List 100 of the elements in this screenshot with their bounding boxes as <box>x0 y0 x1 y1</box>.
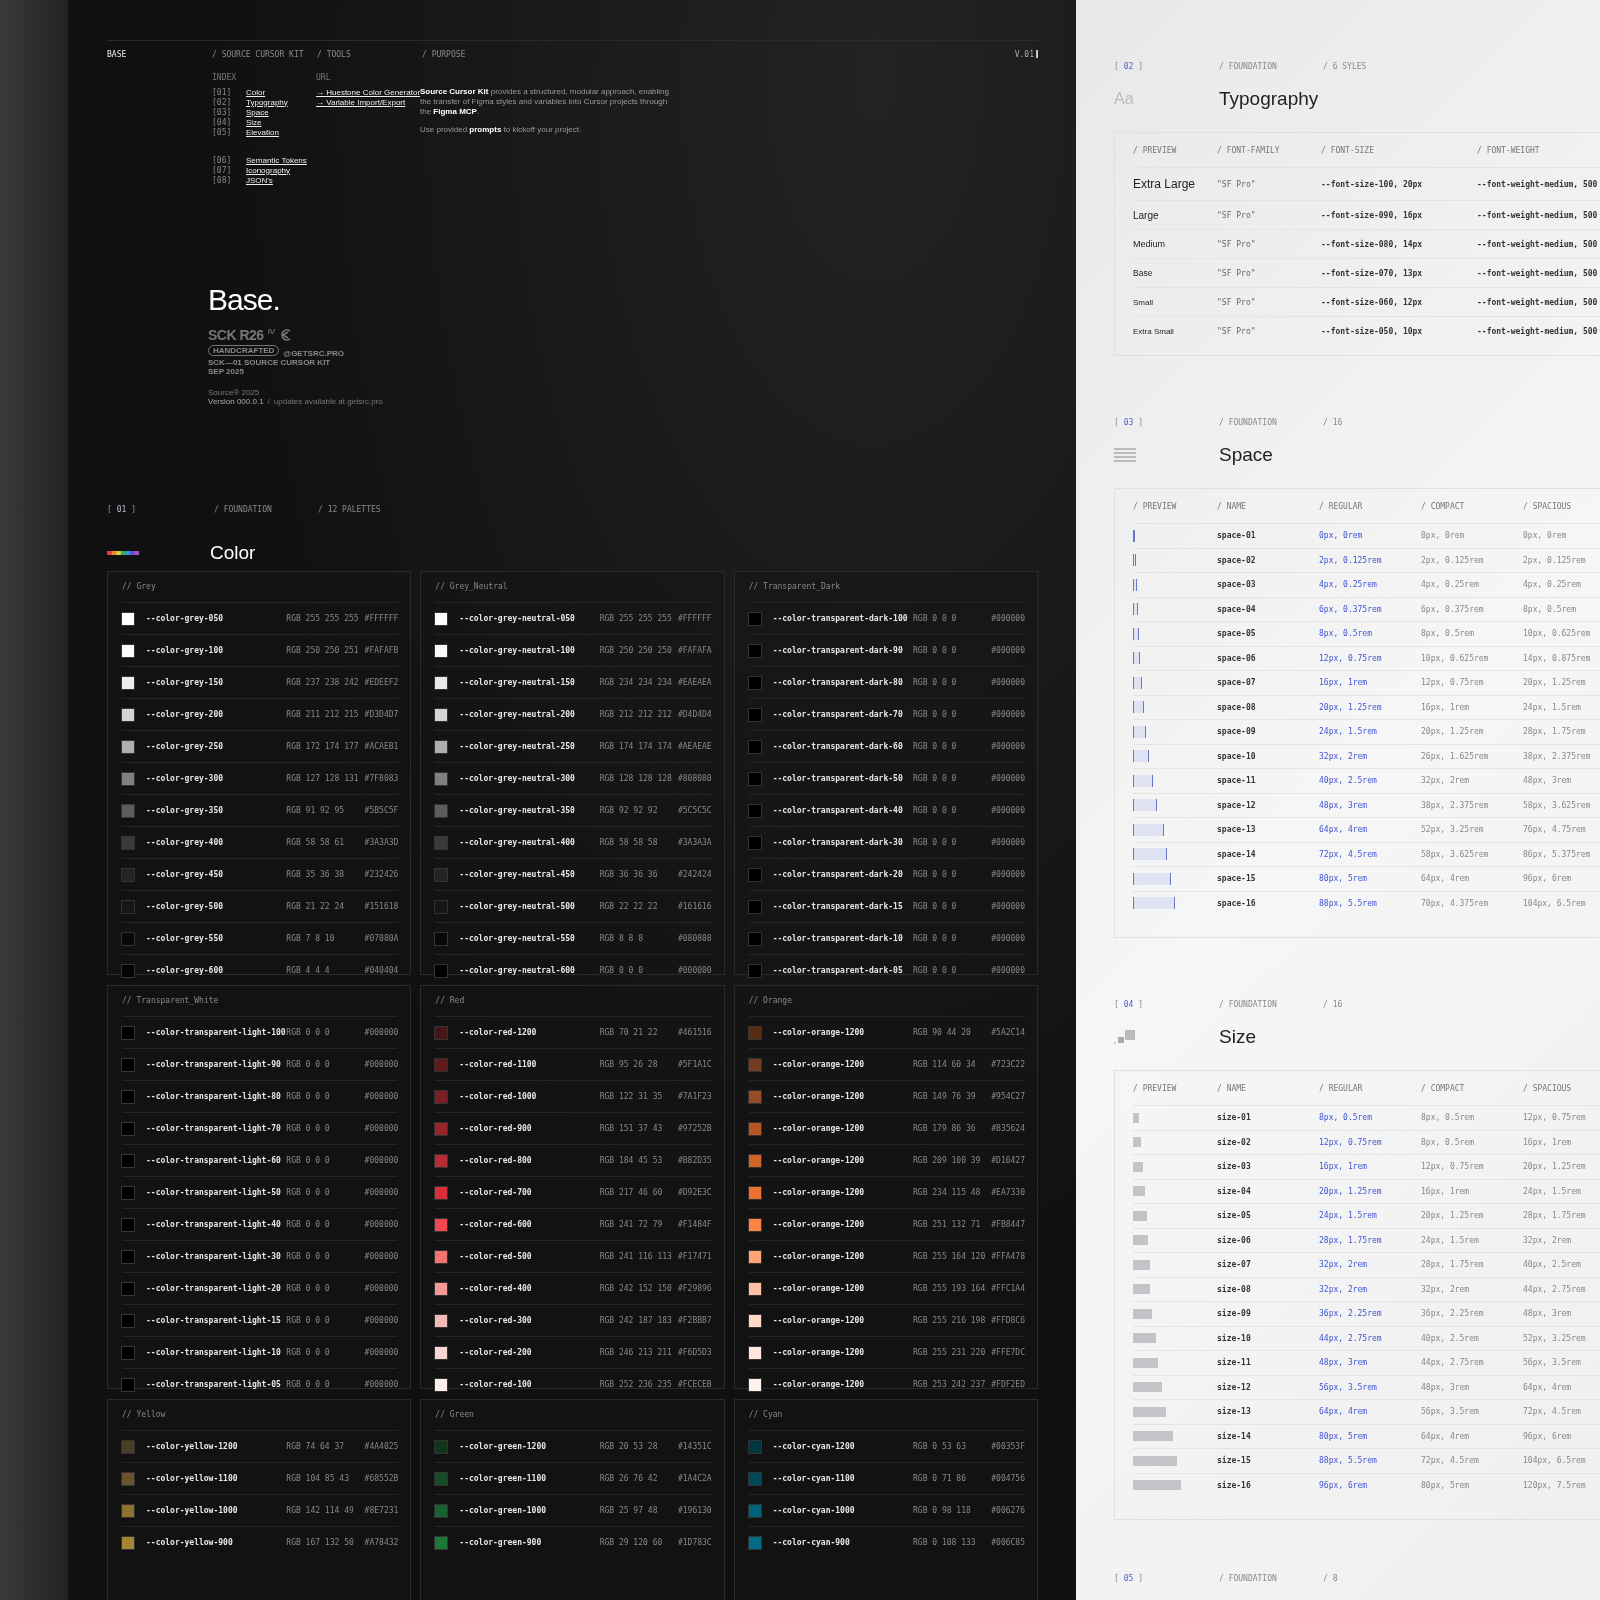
palette-name: // Orange <box>748 996 793 1007</box>
token-name: --color-grey-300 <box>146 774 225 783</box>
table-cell-text: 52px, 3.25rem <box>1421 825 1485 835</box>
rgb-value: RGB 114 60 34 <box>913 1060 977 1069</box>
rgb-value: RGB 174 174 174 <box>599 742 673 751</box>
index-link[interactable]: Size <box>246 117 262 127</box>
rgb-value: RGB 21 22 24 <box>286 902 346 911</box>
table-cell-text: size-13 <box>1217 1407 1252 1417</box>
hex-value: #3A3A3A <box>676 838 712 847</box>
hex-value: #FAFAFA <box>676 646 712 655</box>
token-name: --color-grey-neutral-450 <box>459 870 576 879</box>
rgb-value: RGB 0 0 0 <box>286 1380 331 1389</box>
rgb-value: RGB 242 152 150 <box>599 1284 673 1293</box>
token-name: --color-red-500 <box>459 1252 533 1261</box>
hex-value: #000000 <box>990 614 1025 623</box>
hex-value: #461516 <box>676 1028 712 1037</box>
hex-value: #5B5C5F <box>363 806 399 815</box>
table-cell-text: size-01 <box>1217 1113 1252 1123</box>
rgb-value: RGB 0 0 0 <box>913 614 958 623</box>
token-name: --color-grey-neutral-500 <box>459 902 576 911</box>
section-tag: / 12 PALETTES <box>318 504 422 514</box>
table-cell-text: space-05 <box>1217 629 1257 639</box>
token-name: --color-red-200 <box>459 1348 533 1357</box>
separator-text: / <box>267 397 270 406</box>
size-preview <box>1133 1259 1151 1270</box>
hex-value: #EDEEF2 <box>363 678 399 687</box>
rgb-value: RGB 0 0 0 <box>286 1220 331 1229</box>
index-link[interactable]: Iconography <box>246 165 291 175</box>
hex-value: #151618 <box>363 902 399 911</box>
spacing-preview <box>1133 872 1171 885</box>
index-link[interactable]: JSON's <box>246 175 273 185</box>
purpose-text: Use provided prompts to kickoff your project. <box>420 125 583 135</box>
hex-value: #000000 <box>990 870 1025 879</box>
section-number: [ 02 ] <box>1114 61 1144 71</box>
column-header: / PREVIEW <box>1133 501 1178 511</box>
table-cell-text: 64px, 4rem <box>1421 874 1471 884</box>
tool-link[interactable]: → Variable Import/Export <box>316 97 406 107</box>
hex-value: #F1484F <box>676 1220 712 1229</box>
size-preview <box>1133 1161 1143 1172</box>
table-cell-text: space-14 <box>1217 849 1257 859</box>
hex-value: #EA7330 <box>990 1188 1025 1197</box>
section-title: Size <box>1219 1026 1256 1048</box>
hex-value: #D4D4D4 <box>676 710 712 719</box>
header-label: / PURPOSE <box>422 49 467 59</box>
token-name: --color-orange-1200 <box>772 1028 866 1037</box>
token-name: --color-grey-neutral-200 <box>459 710 576 719</box>
table-cell-text: 20px, 1.25rem <box>1421 727 1485 737</box>
table-cell-text: 8px, 0.5rem <box>1319 1113 1373 1123</box>
table-cell-text: space-12 <box>1217 800 1257 810</box>
index-link[interactable]: Space <box>246 107 269 117</box>
lines-icon <box>1114 448 1136 462</box>
table-cell-text: size-06 <box>1217 1235 1252 1245</box>
index-link[interactable]: Typography <box>246 97 288 107</box>
hex-value: #954C27 <box>990 1092 1025 1101</box>
rgb-value: RGB 0 0 0 <box>913 806 958 815</box>
type-preview: Extra Small <box>1133 326 1175 336</box>
table-cell-text: space-09 <box>1217 727 1257 737</box>
table-cell-text: 96px, 6rem <box>1319 1480 1369 1490</box>
table-cell: --font-weight-medium, 500 <box>1477 326 1598 336</box>
token-name: --color-yellow-1200 <box>146 1442 239 1451</box>
token-name: --color-cyan-1200 <box>772 1442 856 1451</box>
token-name: --color-transparent-dark-10 <box>772 934 904 943</box>
hex-value: #FCECEB <box>676 1380 712 1389</box>
table-cell-text: 104px, 6.5rem <box>1523 1456 1587 1466</box>
section-title: Typography <box>1219 88 1319 110</box>
table-cell-text: "SF Pro" <box>1217 179 1257 189</box>
token-name: --color-grey-neutral-150 <box>459 678 576 687</box>
table-cell-text: 40px, 2.5rem <box>1421 1333 1480 1343</box>
rgb-value: RGB 0 53 63 <box>913 1442 967 1451</box>
index-number: [04] <box>212 117 233 127</box>
section-number: [ 01 ] <box>107 504 137 514</box>
tool-link[interactable]: → Huestone Color Generator <box>316 87 421 97</box>
table-cell-text: 16px, 1rem <box>1421 702 1471 712</box>
table-cell-text: size-12 <box>1217 1382 1252 1392</box>
rgb-value: RGB 255 193 164 <box>913 1284 987 1293</box>
hex-value: #00353F <box>990 1442 1025 1451</box>
spacing-preview <box>1133 725 1146 738</box>
rgb-value: RGB 253 242 237 <box>913 1380 987 1389</box>
hex-value: #AEAEAE <box>676 742 712 751</box>
table-cell-text: space-04 <box>1217 604 1257 614</box>
hex-value: #07080A <box>363 934 399 943</box>
token-name: --color-grey-200 <box>146 710 225 719</box>
table-cell-text: 120px, 7.5rem <box>1523 1480 1587 1490</box>
size-preview <box>1133 1333 1157 1344</box>
rgb-value: RGB 255 164 120 <box>913 1252 987 1261</box>
spacing-preview <box>1133 750 1150 763</box>
hex-value: #040404 <box>363 966 399 975</box>
index-link[interactable]: Elevation <box>246 127 279 137</box>
token-name: --color-orange-1200 <box>772 1284 866 1293</box>
table-cell-text: 44px, 2.75rem <box>1421 1358 1485 1368</box>
spacing-preview <box>1133 676 1143 689</box>
size-preview <box>1133 1357 1159 1368</box>
section-tag: / FOUNDATION <box>214 504 318 514</box>
table-cell-text: 16px, 1rem <box>1421 1186 1471 1196</box>
table-cell-text: 8px, 0.5rem <box>1421 629 1475 639</box>
table-cell-text: 52px, 3.25rem <box>1523 1333 1587 1343</box>
table-cell-text: 16px, 1rem <box>1319 1162 1369 1172</box>
index-link[interactable]: Semantic Tokens <box>246 155 307 165</box>
table-cell-text: 0px, 0rem <box>1523 531 1568 541</box>
index-link[interactable]: Color <box>246 87 266 97</box>
